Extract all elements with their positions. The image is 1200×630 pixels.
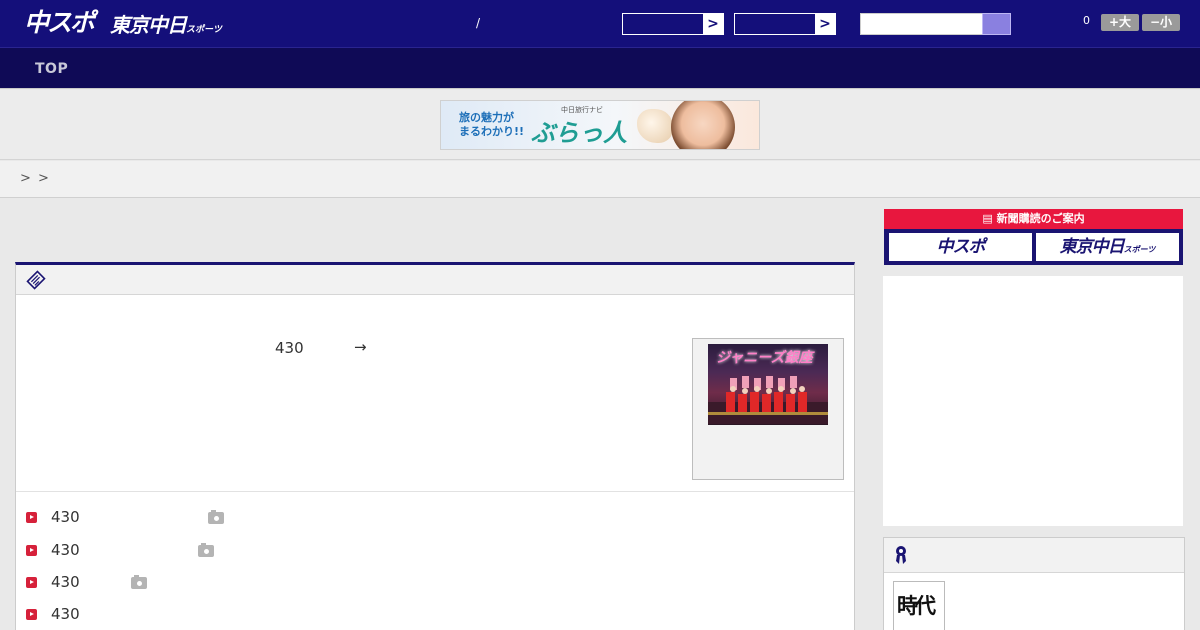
subscribe-tokyo-chunichi-button[interactable]: 東京中日スポーツ (1036, 233, 1179, 261)
breadcrumb-separator: > (20, 171, 31, 186)
font-larger-button[interactable]: +大 (1101, 14, 1139, 31)
list-item-count[interactable]: 430 (51, 508, 80, 526)
font-smaller-button[interactable]: −小 (1142, 14, 1180, 31)
chevron-right-icon[interactable]: > (815, 14, 835, 34)
newspaper-icon (26, 270, 46, 290)
tokyo-logo-small-text: スポーツ (186, 25, 222, 35)
lead-thumbnail-photo[interactable]: ジャニーズ銀座 (708, 344, 828, 425)
banner-brand: ぶらっ人 (531, 119, 627, 147)
news-panel: 430 → ジャニーズ銀座 430 430 430 430 (15, 262, 855, 630)
play-icon (26, 577, 37, 588)
camera-icon (131, 575, 147, 589)
play-icon (26, 609, 37, 620)
banner-text: 旅の魅力が まるわかり!! (459, 111, 524, 139)
nav-item-top[interactable]: TOP (35, 61, 68, 77)
performers-image (708, 376, 828, 424)
thumbnail-caption: ジャニーズ銀座 (716, 350, 813, 366)
subscribe-tokyo-small-text: スポーツ (1123, 245, 1156, 254)
award-ribbon-icon (896, 546, 906, 564)
list-item-count[interactable]: 430 (51, 573, 80, 591)
list-item[interactable]: 430 (16, 605, 854, 625)
sidebar-ad-slot[interactable] (883, 276, 1183, 526)
newspaper-icon: ▤ (982, 212, 997, 225)
list-item[interactable]: 430 (16, 508, 854, 528)
breadcrumb: > > (0, 161, 1200, 198)
lead-thumbnail-frame[interactable]: ジャニーズ銀座 (692, 338, 844, 480)
banner-line-2: まるわかり!! (459, 125, 525, 138)
model-photo (671, 101, 735, 149)
camera-icon (208, 510, 224, 524)
camera-icon (198, 543, 214, 557)
tokyo-chunichi-logo[interactable]: 東京中日スポーツ (110, 12, 222, 38)
category-select-1[interactable]: > (622, 13, 724, 35)
jidai-logo-text: 時代 (897, 593, 936, 618)
subscription-box: ▤ 新聞購読のご案内 中スポ 東京中日スポーツ (884, 209, 1183, 265)
site-header: 中スポ 東京中日スポーツ / > > 0 +大 −小 (0, 0, 1200, 48)
search-input[interactable] (860, 13, 982, 35)
banner-line-1: 旅の魅力が (459, 111, 514, 124)
jidai-thumbnail[interactable]: 時代 (893, 581, 945, 630)
category-select-2[interactable]: > (734, 13, 836, 35)
list-item-count[interactable]: 430 (51, 541, 80, 559)
play-icon (26, 545, 37, 556)
list-item-count[interactable]: 430 (51, 605, 80, 623)
lead-article-count[interactable]: 430 (275, 339, 304, 357)
divider (16, 491, 854, 492)
subscribe-chuspo-button[interactable]: 中スポ (889, 233, 1032, 261)
subscription-title: ▤ 新聞購読のご案内 (884, 209, 1183, 229)
news-panel-header (16, 265, 854, 295)
ad-banner-buratto[interactable]: 旅の魅力が まるわかり!! 中日旅行ナビ ぶらっ人 (440, 100, 760, 150)
global-nav: TOP (0, 48, 1200, 89)
banner-area: 旅の魅力が まるわかり!! 中日旅行ナビ ぶらっ人 (0, 90, 1200, 160)
list-item[interactable]: 430 (16, 541, 854, 561)
shell-image (637, 109, 673, 143)
breadcrumb-separator: > (38, 171, 49, 186)
search-button[interactable] (982, 13, 1011, 35)
subscribe-tokyo-text: 東京中日 (1059, 237, 1125, 257)
arrow-right-icon[interactable]: → (354, 338, 367, 356)
chuspo-logo[interactable]: 中スポ (24, 8, 100, 38)
ranking-panel-header (884, 538, 1184, 573)
font-size-indicator: 0 (1083, 14, 1090, 27)
subscription-title-text: 新聞購読のご案内 (996, 212, 1085, 225)
ranking-panel: 時代 (883, 537, 1185, 630)
list-item[interactable]: 430 (16, 573, 854, 593)
header-separator: / (476, 16, 481, 30)
play-icon (26, 512, 37, 523)
tokyo-logo-text: 東京中日 (110, 13, 187, 37)
chevron-right-icon[interactable]: > (703, 14, 723, 34)
